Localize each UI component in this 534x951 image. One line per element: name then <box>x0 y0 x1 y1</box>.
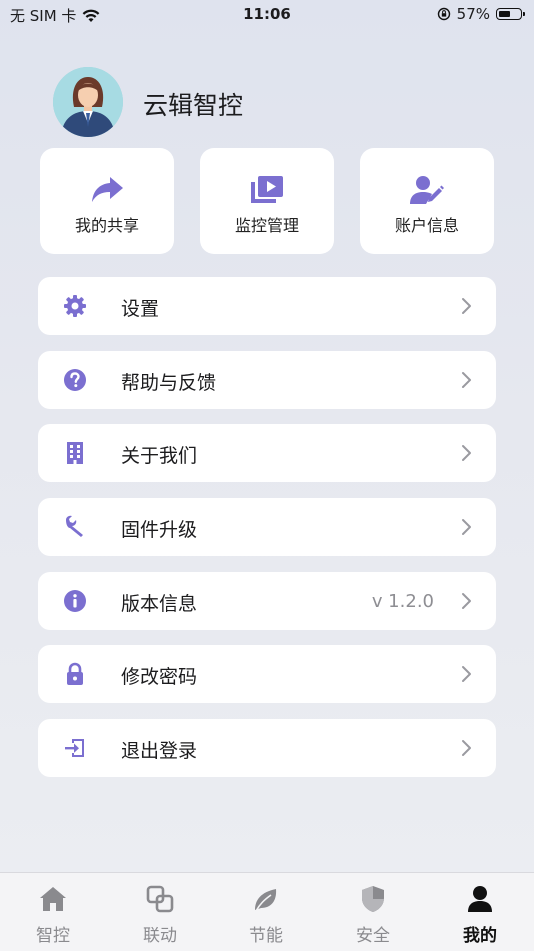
tab-label: 节能 <box>249 926 283 946</box>
battery-percent: 57% <box>456 5 490 23</box>
menu-item-help-feedback[interactable]: 帮助与反馈 <box>38 351 496 409</box>
shield-icon <box>362 886 384 912</box>
status-bar: 无 SIM 卡 11:06 57% <box>0 0 534 30</box>
info-icon <box>64 590 86 612</box>
about-us-label: 关于我们 <box>121 445 198 467</box>
tab-smart-control[interactable]: 智控 <box>0 873 106 951</box>
menu-item-logout[interactable]: 退出登录 <box>38 719 496 777</box>
tab-security[interactable]: 安全 <box>320 873 426 951</box>
tab-label: 我的 <box>463 926 497 946</box>
firmware-upgrade-label: 固件升级 <box>121 519 198 541</box>
chevron-right-icon <box>462 519 471 535</box>
menu-item-firmware-upgrade[interactable]: 固件升级 <box>38 498 496 556</box>
account-info-tile[interactable]: 账户信息 <box>360 148 494 254</box>
tab-label: 安全 <box>356 926 390 946</box>
orientation-lock-icon <box>437 7 450 21</box>
lock-icon <box>67 662 83 685</box>
battery-icon <box>496 8 525 20</box>
monitor-manage-label: 监控管理 <box>234 216 299 235</box>
menu-item-change-password[interactable]: 修改密码 <box>38 645 496 703</box>
avatar[interactable] <box>53 67 123 137</box>
wrench-icon <box>66 515 83 537</box>
menu-item-settings[interactable]: 设置 <box>38 277 496 335</box>
profile-name: 云辑智控 <box>143 91 244 120</box>
chevron-right-icon <box>462 298 471 314</box>
avatar-image <box>53 67 123 137</box>
home-icon <box>40 887 66 911</box>
gear-icon <box>64 295 86 317</box>
my-share-label: 我的共享 <box>74 216 139 235</box>
tab-bar: 智控 联动 节能 安全 我的 <box>0 872 534 951</box>
version-value: v 1.2.0 <box>371 591 434 612</box>
chevron-right-icon <box>462 740 471 756</box>
leaf-icon <box>255 889 277 912</box>
settings-label: 设置 <box>121 298 160 320</box>
chevron-right-icon <box>462 445 471 461</box>
tab-label: 联动 <box>143 926 177 946</box>
tab-linkage[interactable]: 联动 <box>107 873 213 951</box>
my-share-tile[interactable]: 我的共享 <box>40 148 174 254</box>
chevron-right-icon <box>462 593 471 609</box>
help-feedback-label: 帮助与反馈 <box>121 372 217 394</box>
tab-label: 智控 <box>36 926 70 946</box>
status-right: 57% <box>437 5 525 23</box>
share-icon <box>92 177 123 202</box>
logout-icon <box>65 739 84 757</box>
logout-label: 退出登录 <box>121 740 198 762</box>
change-password-label: 修改密码 <box>121 666 198 688</box>
battery-fill <box>498 10 510 17</box>
chevron-right-icon <box>462 372 471 388</box>
menu-item-about-us[interactable]: 关于我们 <box>38 424 496 482</box>
link-squares-icon <box>146 885 174 913</box>
monitor-manage-tile[interactable]: 监控管理 <box>200 148 334 254</box>
version-info-label: 版本信息 <box>121 593 198 615</box>
account-edit-icon <box>410 176 444 204</box>
chevron-right-icon <box>462 666 471 682</box>
building-icon <box>67 442 83 464</box>
help-icon <box>64 369 86 391</box>
menu-item-version-info[interactable]: 版本信息 v 1.2.0 <box>38 572 496 630</box>
person-icon <box>468 886 492 912</box>
tab-mine[interactable]: 我的 <box>427 873 533 951</box>
tab-energy-saving[interactable]: 节能 <box>213 873 319 951</box>
video-library-icon <box>251 176 283 203</box>
account-info-label: 账户信息 <box>394 216 459 235</box>
